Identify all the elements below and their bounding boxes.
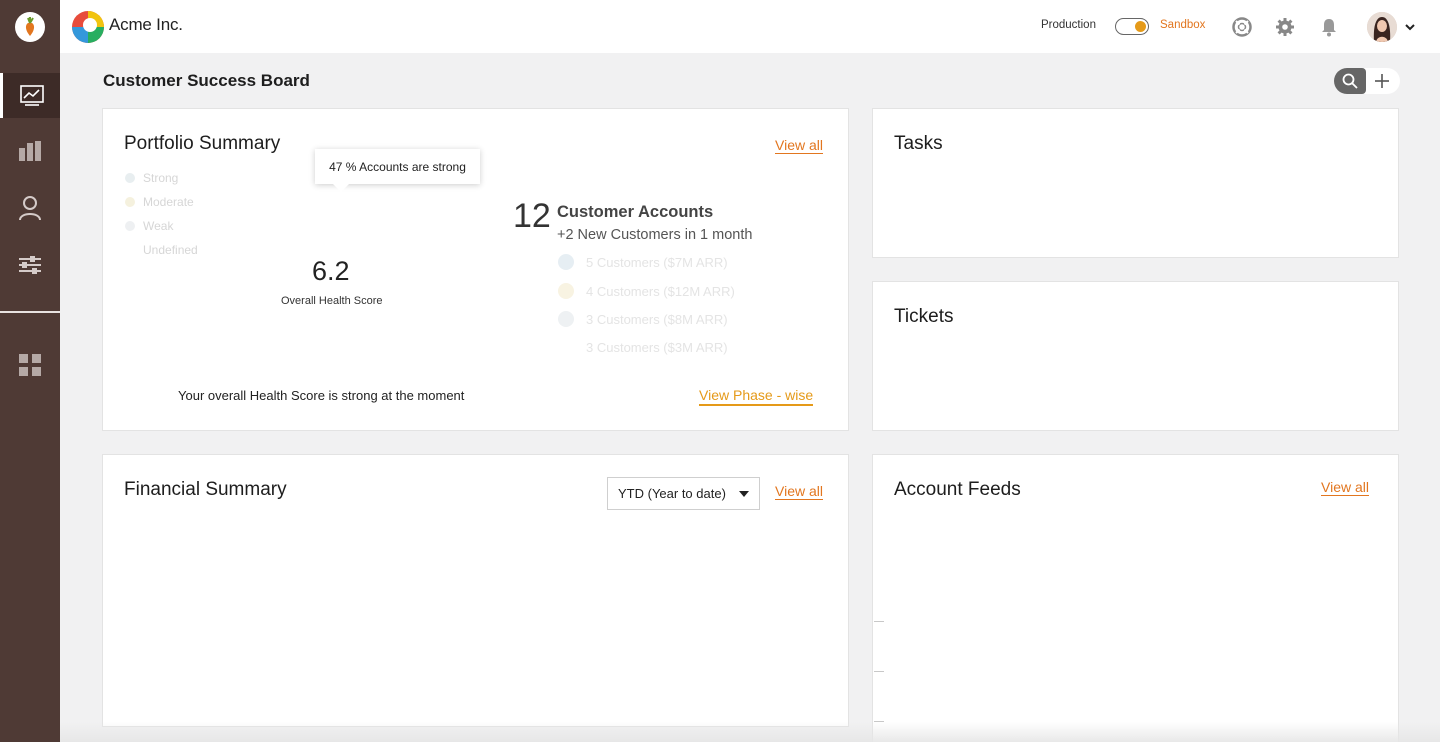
bottom-fade xyxy=(60,722,1440,742)
board-actions xyxy=(1334,68,1400,94)
segment-row: 3 Customers ($8M ARR) xyxy=(558,311,728,327)
segment-dot xyxy=(558,283,574,299)
legend-undefined: Undefined xyxy=(125,243,198,257)
legend-dot xyxy=(125,221,135,231)
account-feeds-card: Account Feeds View all xyxy=(872,454,1399,742)
env-toggle[interactable] xyxy=(1115,18,1149,35)
tickets-title: Tickets xyxy=(894,306,954,327)
bell-icon xyxy=(1322,19,1336,37)
caret-down-icon xyxy=(739,491,749,497)
segment-row: 3 Customers ($3M ARR) xyxy=(558,339,728,355)
notifications-button[interactable] xyxy=(1318,16,1340,38)
segment-dot xyxy=(558,339,574,355)
feed-tick xyxy=(874,671,884,672)
segment-dot xyxy=(558,311,574,327)
new-customers-note: +2 New Customers in 1 month xyxy=(557,227,753,243)
brand-logo[interactable] xyxy=(71,8,105,46)
plus-icon xyxy=(1375,74,1389,88)
tickets-card: Tickets xyxy=(872,281,1399,431)
chevron-down-icon xyxy=(1405,24,1415,31)
legend-moderate: Moderate xyxy=(125,195,194,209)
portfolio-summary-title: Portfolio Summary xyxy=(124,133,281,154)
overall-health-score-label: Overall Health Score xyxy=(281,295,383,307)
overall-health-score: 6.2 xyxy=(312,256,350,286)
legend-strong: Strong xyxy=(125,171,178,185)
legend-weak: Weak xyxy=(125,219,173,233)
sidebar xyxy=(0,0,60,742)
customer-accounts-title: Customer Accounts xyxy=(557,203,714,221)
search-button[interactable] xyxy=(1334,68,1366,94)
avatar-image xyxy=(1367,12,1397,42)
brand-name: Acme Inc. xyxy=(109,15,183,34)
financial-summary-title: Financial Summary xyxy=(124,479,287,500)
legend-dot xyxy=(125,197,135,207)
help-button[interactable] xyxy=(1231,16,1253,38)
view-phase-wise-link[interactable]: View Phase - wise xyxy=(699,387,814,406)
tasks-title: Tasks xyxy=(894,133,943,154)
apps-grid-icon xyxy=(19,354,41,376)
app-logo[interactable] xyxy=(15,12,45,42)
add-widget-button[interactable] xyxy=(1372,71,1392,91)
account-feeds-title: Account Feeds xyxy=(894,479,1021,500)
segment-dot xyxy=(558,254,574,270)
financial-summary-card: Financial Summary YTD (Year to date) Vie… xyxy=(102,454,849,727)
customer-accounts-count: 12 xyxy=(513,197,551,235)
dashboard-chart-icon xyxy=(19,84,44,106)
legend-dot xyxy=(125,173,135,183)
toggle-knob xyxy=(1135,20,1146,32)
settings-button[interactable] xyxy=(1274,16,1296,38)
help-lifebuoy-icon xyxy=(1232,17,1252,37)
carrot-logo-icon xyxy=(25,17,35,36)
nav-users[interactable] xyxy=(0,187,60,229)
period-select-value: YTD (Year to date) xyxy=(618,486,726,501)
user-menu-toggle[interactable] xyxy=(1403,20,1417,34)
env-production-label: Production xyxy=(1041,19,1096,31)
nav-accounts[interactable] xyxy=(0,130,60,172)
nav-dashboard[interactable] xyxy=(0,73,60,118)
brand-logo-icon xyxy=(72,11,104,43)
feed-tick xyxy=(874,621,884,622)
gear-icon xyxy=(1276,18,1294,36)
segment-row: 4 Customers ($12M ARR) xyxy=(558,283,735,299)
page-title: Customer Success Board xyxy=(103,71,310,90)
portfolio-view-all-link[interactable]: View all xyxy=(775,137,823,153)
segment-row: 5 Customers ($7M ARR) xyxy=(558,254,728,270)
user-avatar[interactable] xyxy=(1367,12,1397,42)
chart-tooltip: 47 % Accounts are strong xyxy=(315,149,480,192)
search-icon xyxy=(1342,73,1358,89)
env-sandbox-label: Sandbox xyxy=(1160,19,1206,31)
feeds-view-all-link[interactable]: View all xyxy=(1321,479,1369,495)
tasks-card: Tasks xyxy=(872,108,1399,258)
user-icon xyxy=(19,196,41,221)
buildings-icon xyxy=(19,141,41,161)
financial-view-all-link[interactable]: View all xyxy=(775,483,823,499)
nav-divider xyxy=(0,311,60,313)
nav-apps[interactable] xyxy=(0,344,60,386)
nav-workflows[interactable] xyxy=(0,244,60,286)
sliders-icon xyxy=(19,256,41,274)
legend-dot xyxy=(125,245,135,255)
top-header: Acme Inc. Production Sandbox xyxy=(60,0,1440,53)
period-select[interactable]: YTD (Year to date) xyxy=(607,477,760,510)
portfolio-summary-card: Portfolio Summary View all Strong Modera… xyxy=(102,108,849,431)
health-score-message: Your overall Health Score is strong at t… xyxy=(178,388,465,403)
